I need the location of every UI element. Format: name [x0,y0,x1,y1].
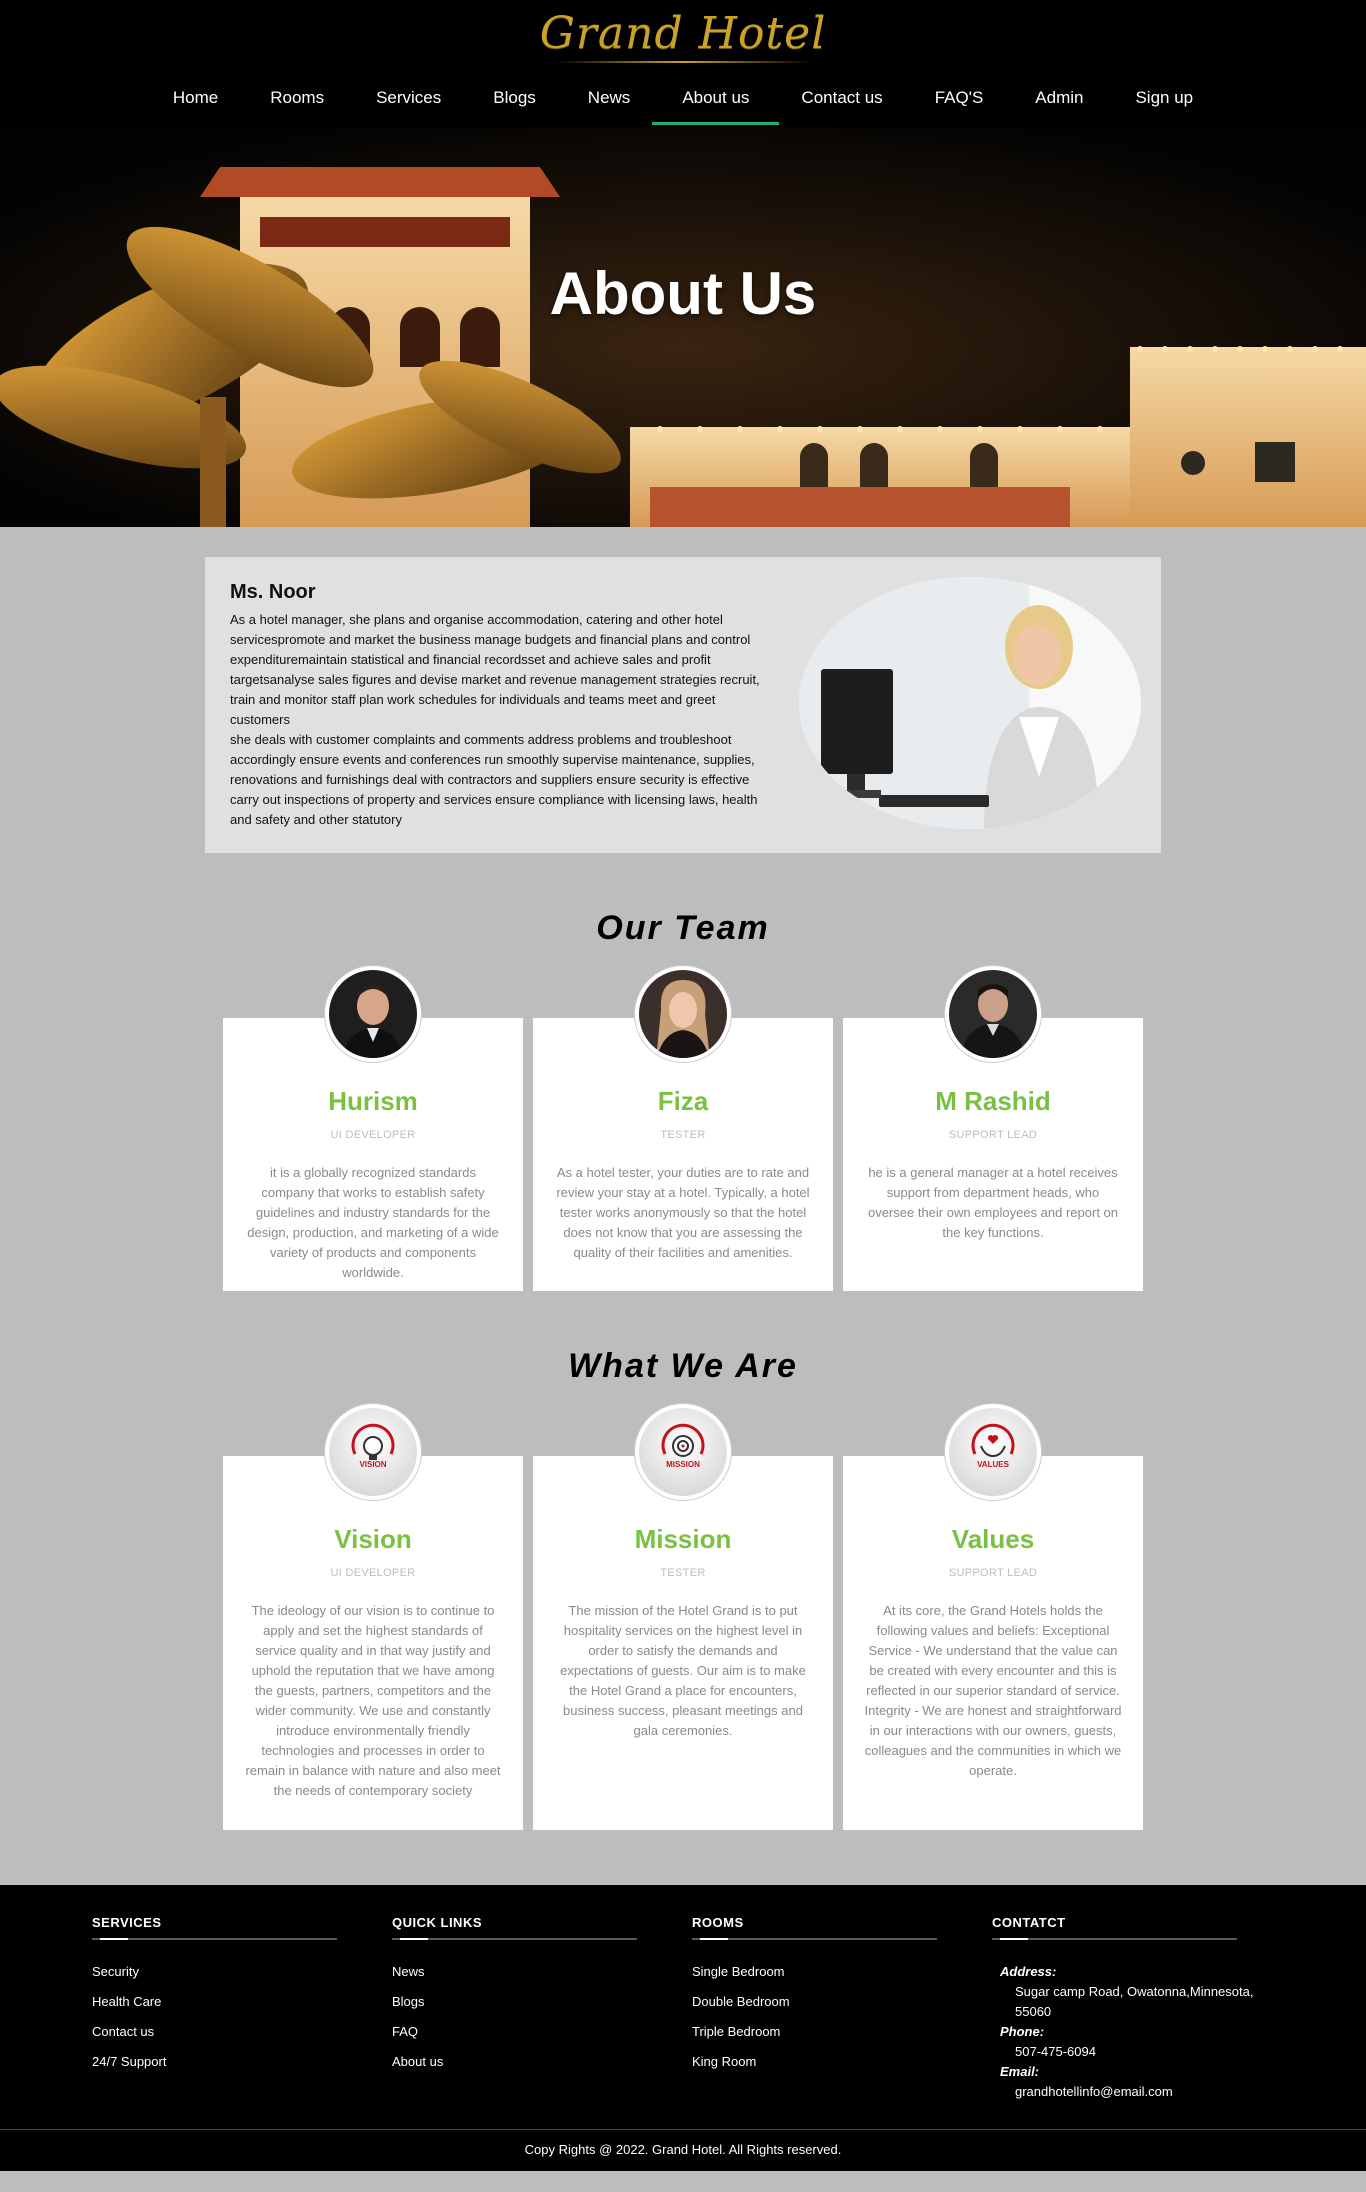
mission-badge: MISSION [635,1404,731,1500]
avatar [325,966,421,1062]
avatar [635,966,731,1062]
value-description: The mission of the Hotel Grand is to put… [560,1603,806,1738]
footer-link-about-us[interactable]: About us [392,2054,692,2069]
member-role: SUPPORT LEAD [948,1129,1038,1141]
hands-heart-icon [971,1423,1015,1458]
value-role: UI DEVELOPER [330,1567,416,1579]
manager-photo [799,577,1141,829]
copyright: Copy Rights @ 2022. Grand Hotel. All Rig… [0,2129,1366,2171]
logo-underline [553,61,813,63]
badge-label: VISION [359,1460,387,1469]
footer-link-support[interactable]: 24/7 Support [92,2054,392,2069]
target-icon [661,1423,705,1457]
values-cards: VISION Vision UI DEVELOPER The ideology … [0,1404,1366,1830]
footer-link-blogs[interactable]: Blogs [392,1994,692,2009]
nav-rooms[interactable]: Rooms [270,82,324,125]
lightbulb-icon [351,1423,395,1460]
values-badge: VALUES [945,1404,1041,1500]
footer-link-health-care[interactable]: Health Care [92,1994,392,2009]
value-name: Values [951,1524,1035,1554]
team-cards: Hurism UI DEVELOPER it is a globally rec… [0,966,1366,1291]
site-footer: SERVICES Security Health Care Contact us… [0,1885,1366,2171]
nav-services[interactable]: Services [376,82,441,125]
value-description: At its core, the Grand Hotels holds the … [864,1603,1122,1778]
manager-intro-card: Ms. Noor As a hotel manager, she plans a… [205,557,1161,853]
hero-title: About Us [549,260,817,327]
member-description: As a hotel tester, your duties are to ra… [556,1165,810,1260]
member-name: M Rashid [935,1086,1051,1116]
footer-link-faq[interactable]: FAQ [392,2024,692,2039]
intro-text: Ms. Noor As a hotel manager, she plans a… [230,581,770,830]
footer-rooms: ROOMS Single Bedroom Double Bedroom Trip… [692,1915,992,2102]
member-role: TESTER [660,1129,706,1141]
footer-heading: CONTATCT [992,1915,1066,1930]
value-name: Mission [634,1524,732,1554]
phone-label: Phone: [1000,2024,1045,2039]
nav-admin[interactable]: Admin [1035,82,1083,125]
value-card-mission: MISSION Mission TESTER The mission of th… [533,1404,833,1830]
manager-name: Ms. Noor [230,581,316,603]
team-card-m-rashid: M Rashid SUPPORT LEAD he is a general ma… [843,966,1143,1291]
value-card-values: VALUES Values SUPPORT LEAD At its core, … [843,1404,1143,1830]
badge-label: MISSION [666,1460,700,1469]
member-role: UI DEVELOPER [330,1129,416,1141]
footer-divider [92,1938,337,1940]
value-role: TESTER [660,1567,706,1579]
logo[interactable]: Grand Hotel [0,8,1366,63]
team-card-fiza: Fiza TESTER As a hotel tester, your duti… [533,966,833,1291]
intro-paragraph-2: she deals with customer complaints and c… [230,732,758,827]
intro-paragraph-1: As a hotel manager, she plans and organi… [230,612,760,727]
site-header: Grand Hotel Home Rooms Services Blogs Ne… [0,0,1366,127]
address-label: Address: [1000,1964,1057,1979]
hero-banner: About Us [0,127,1366,527]
value-card-vision: VISION Vision UI DEVELOPER The ideology … [223,1404,523,1830]
team-card-hurism: Hurism UI DEVELOPER it is a globally rec… [223,966,523,1291]
badge-label: VALUES [977,1460,1009,1469]
nav-home[interactable]: Home [173,82,218,125]
footer-divider [692,1938,937,1940]
phone-value[interactable]: 507-475-6094 [1000,2042,1280,2062]
footer-link-news[interactable]: News [392,1964,692,1979]
what-we-are-title: What We Are [568,1347,798,1385]
member-description: it is a globally recognized standards co… [247,1165,499,1280]
nav-faqs[interactable]: FAQ'S [935,82,984,125]
email-label: Email: [1000,2064,1040,2079]
footer-quick-links: QUICK LINKS News Blogs FAQ About us [392,1915,692,2102]
footer-link-double-bedroom[interactable]: Double Bedroom [692,1994,992,2009]
team-section-title: Our Team [596,909,770,947]
vision-badge: VISION [325,1404,421,1500]
footer-heading: ROOMS [692,1915,744,1930]
email-value[interactable]: grandhotellinfo@email.com [1000,2082,1280,2102]
footer-link-security[interactable]: Security [92,1964,392,1979]
footer-link-triple-bedroom[interactable]: Triple Bedroom [692,2024,992,2039]
avatar [945,966,1041,1062]
footer-divider [992,1938,1237,1940]
footer-services: SERVICES Security Health Care Contact us… [92,1915,392,2102]
nav-blogs[interactable]: Blogs [493,82,536,125]
footer-heading: QUICK LINKS [392,1915,482,1930]
footer-link-single-bedroom[interactable]: Single Bedroom [692,1964,992,1979]
footer-link-king-room[interactable]: King Room [692,2054,992,2069]
value-name: Vision [334,1524,412,1554]
member-name: Fiza [657,1086,709,1116]
footer-heading: SERVICES [92,1915,162,1930]
footer-link-contact-us[interactable]: Contact us [92,2024,392,2039]
nav-sign-up[interactable]: Sign up [1135,82,1193,125]
member-description: he is a general manager at a hotel recei… [867,1165,1119,1240]
nav-news[interactable]: News [588,82,631,125]
footer-contact: CONTATCT Address: Sugar camp Road, Owato… [992,1915,1292,2102]
nav-contact-us[interactable]: Contact us [801,82,882,125]
value-role: SUPPORT LEAD [948,1567,1038,1579]
value-description: The ideology of our vision is to continu… [245,1603,501,1798]
footer-divider [392,1938,637,1940]
member-name: Hurism [328,1086,418,1116]
nav-about-us[interactable]: About us [652,82,780,125]
main-nav: Home Rooms Services Blogs News About us … [0,82,1366,125]
logo-text: Grand Hotel [539,8,827,59]
address-value: Sugar camp Road, Owatonna,Minnesota, 550… [1015,1984,1254,2019]
